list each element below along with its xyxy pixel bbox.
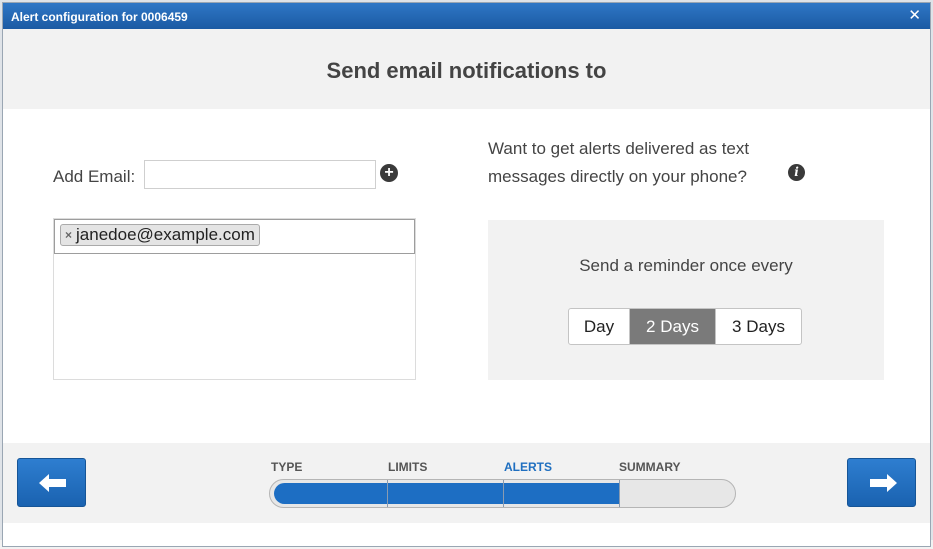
progress-divider (387, 480, 388, 507)
page-title: Send email notifications to (326, 58, 607, 83)
next-button[interactable] (847, 458, 916, 507)
step-limits: LIMITS (388, 460, 428, 474)
email-recipient-list: × janedoe@example.com (53, 218, 416, 380)
step-alerts: ALERTS (504, 460, 552, 474)
progress-track (269, 479, 736, 508)
alert-configuration-dialog: Alert configuration for 0006459 ✕ Send e… (2, 2, 931, 547)
email-tag: × janedoe@example.com (60, 224, 260, 246)
progress-fill (274, 483, 620, 504)
wizard-progress: TYPE LIMITS ALERTS SUMMARY (269, 443, 737, 523)
plus-circle-icon[interactable]: + (380, 164, 398, 182)
arrow-left-icon (39, 474, 66, 492)
email-tag-address: janedoe@example.com (76, 225, 255, 244)
email-tags-row[interactable]: × janedoe@example.com (54, 219, 415, 254)
reminder-option-day[interactable]: Day (569, 309, 630, 344)
reminder-option-2-days[interactable]: 2 Days (630, 309, 716, 344)
progress-divider (503, 480, 504, 507)
info-icon[interactable]: i (788, 164, 805, 181)
progress-divider (619, 480, 620, 507)
sms-prompt: Want to get alerts delivered as text mes… (488, 139, 750, 186)
reminder-frequency-selector: Day 2 Days 3 Days (568, 308, 802, 345)
dialog-title: Alert configuration for 0006459 (11, 10, 188, 24)
wizard-footer: TYPE LIMITS ALERTS SUMMARY (3, 443, 930, 523)
arrow-right-icon (870, 474, 897, 492)
email-input[interactable] (144, 160, 376, 189)
heading-band: Send email notifications to (3, 29, 930, 109)
remove-tag-icon[interactable]: × (65, 228, 72, 242)
step-type: TYPE (271, 460, 303, 474)
reminder-label: Send a reminder once every (579, 256, 793, 275)
dialog-titlebar: Alert configuration for 0006459 ✕ (3, 3, 930, 29)
add-email-label: Add Email: (53, 167, 136, 186)
step-summary: SUMMARY (619, 460, 681, 474)
back-button[interactable] (17, 458, 86, 507)
reminder-option-3-days[interactable]: 3 Days (716, 309, 801, 344)
reminder-panel: Send a reminder once every Day 2 Days 3 … (488, 220, 884, 380)
close-icon[interactable]: ✕ (908, 8, 921, 24)
